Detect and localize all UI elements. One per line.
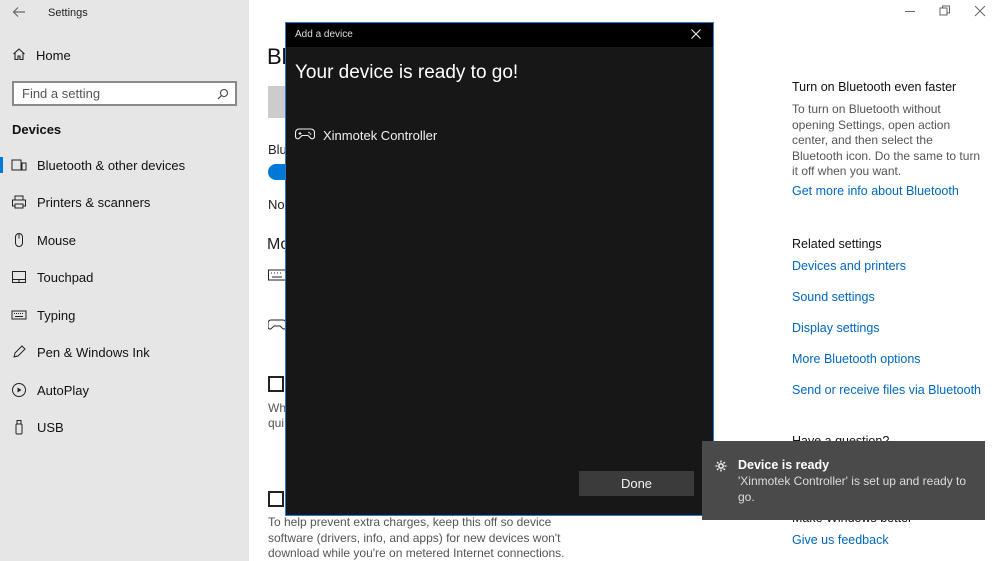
bluetooth-label: Blu bbox=[268, 142, 287, 157]
swift-pair-text: Wh bbox=[268, 401, 286, 415]
sidebar-item-usb[interactable]: USB bbox=[0, 412, 249, 442]
search-icon[interactable] bbox=[217, 87, 229, 100]
dialog-close-icon[interactable] bbox=[689, 27, 703, 41]
sidebar-item-label: Bluetooth & other devices bbox=[37, 157, 186, 173]
page-title: Bl bbox=[267, 44, 287, 69]
done-button[interactable]: Done bbox=[579, 471, 694, 496]
autoplay-icon bbox=[11, 382, 27, 398]
dialog-title: Add a device bbox=[295, 29, 353, 40]
back-arrow-icon[interactable] bbox=[12, 5, 26, 21]
metered-note: To help prevent extra charges, keep this… bbox=[268, 515, 565, 560]
sidebar-item-pen[interactable]: Pen & Windows Ink bbox=[0, 337, 249, 367]
sidebar-item-label: Pen & Windows Ink bbox=[37, 344, 150, 360]
gear-icon bbox=[715, 459, 727, 472]
sidebar-item-printers[interactable]: Printers & scanners bbox=[0, 187, 249, 217]
dialog-heading: Your device is ready to go! bbox=[295, 62, 519, 83]
sidebar-item-label: Touchpad bbox=[37, 269, 94, 285]
keyboard-icon bbox=[11, 307, 27, 323]
sidebar-item-label: Mouse bbox=[37, 232, 77, 248]
keyboard-icon bbox=[268, 268, 286, 285]
touchpad-icon bbox=[11, 269, 27, 285]
more-info-link[interactable]: Get more info about Bluetooth bbox=[792, 184, 959, 198]
sidebar-item-label: Typing bbox=[37, 307, 76, 323]
link-display-settings[interactable]: Display settings bbox=[792, 321, 880, 335]
now-discoverable-text: No bbox=[268, 197, 285, 212]
paired-device-item: Xinmotek Controller bbox=[294, 127, 438, 144]
sidebar-item-autoplay[interactable]: AutoPlay bbox=[0, 375, 249, 405]
home-icon bbox=[12, 47, 26, 64]
link-send-files[interactable]: Send or receive files via Bluetooth bbox=[792, 383, 981, 397]
restore-icon[interactable] bbox=[938, 4, 952, 18]
toast-title: Device is ready bbox=[738, 458, 830, 472]
search-field[interactable] bbox=[12, 81, 237, 106]
link-devices-printers[interactable]: Devices and printers bbox=[792, 259, 906, 273]
sidebar-item-label: USB bbox=[37, 419, 64, 435]
sidebar-item-label: AutoPlay bbox=[37, 382, 90, 398]
gamepad-icon bbox=[294, 127, 316, 144]
toast-body: 'Xinmotek Controller' is set up and read… bbox=[738, 474, 967, 504]
device-name: Xinmotek Controller bbox=[323, 128, 438, 143]
checkbox-metered[interactable] bbox=[268, 491, 284, 507]
bluetooth-devices-icon bbox=[11, 157, 27, 173]
dialog-titlebar: Add a device bbox=[286, 23, 713, 47]
sidebar-item-label: Printers & scanners bbox=[37, 194, 151, 210]
checkbox-swift-pair[interactable] bbox=[268, 376, 284, 392]
link-sound-settings[interactable]: Sound settings bbox=[792, 290, 875, 304]
close-icon[interactable] bbox=[973, 4, 987, 18]
swift-pair-text-2: qui bbox=[268, 416, 285, 430]
link-more-bluetooth[interactable]: More Bluetooth options bbox=[792, 352, 921, 366]
sidebar: Settings Home Devices Bluetooth & other … bbox=[0, 0, 249, 561]
gamepad-icon bbox=[267, 316, 287, 335]
app-title: Settings bbox=[48, 7, 88, 19]
feedback-link[interactable]: Give us feedback bbox=[792, 533, 889, 547]
section-heading-devices: Devices bbox=[12, 122, 62, 137]
sidebar-item-typing[interactable]: Typing bbox=[0, 300, 249, 330]
mouse-icon bbox=[11, 232, 27, 248]
search-input[interactable] bbox=[14, 83, 235, 104]
usb-icon bbox=[11, 419, 27, 435]
minimize-icon[interactable] bbox=[903, 4, 917, 18]
toast-notification[interactable]: Device is ready 'Xinmotek Controller' is… bbox=[702, 441, 985, 520]
sidebar-item-bluetooth[interactable]: Bluetooth & other devices bbox=[0, 150, 249, 180]
nav-home-label: Home bbox=[36, 48, 71, 63]
faster-heading: Turn on Bluetooth even faster bbox=[792, 80, 957, 94]
sidebar-item-touchpad[interactable]: Touchpad bbox=[0, 262, 249, 292]
pen-icon bbox=[11, 344, 27, 360]
related-heading: Related settings bbox=[792, 237, 882, 251]
add-device-dialog: Add a device Your device is ready to go!… bbox=[285, 22, 714, 516]
sidebar-item-mouse[interactable]: Mouse bbox=[0, 225, 249, 255]
printer-icon bbox=[11, 194, 27, 210]
nav-home[interactable]: Home bbox=[12, 47, 71, 64]
faster-body: To turn on Bluetooth without opening Set… bbox=[792, 102, 981, 178]
